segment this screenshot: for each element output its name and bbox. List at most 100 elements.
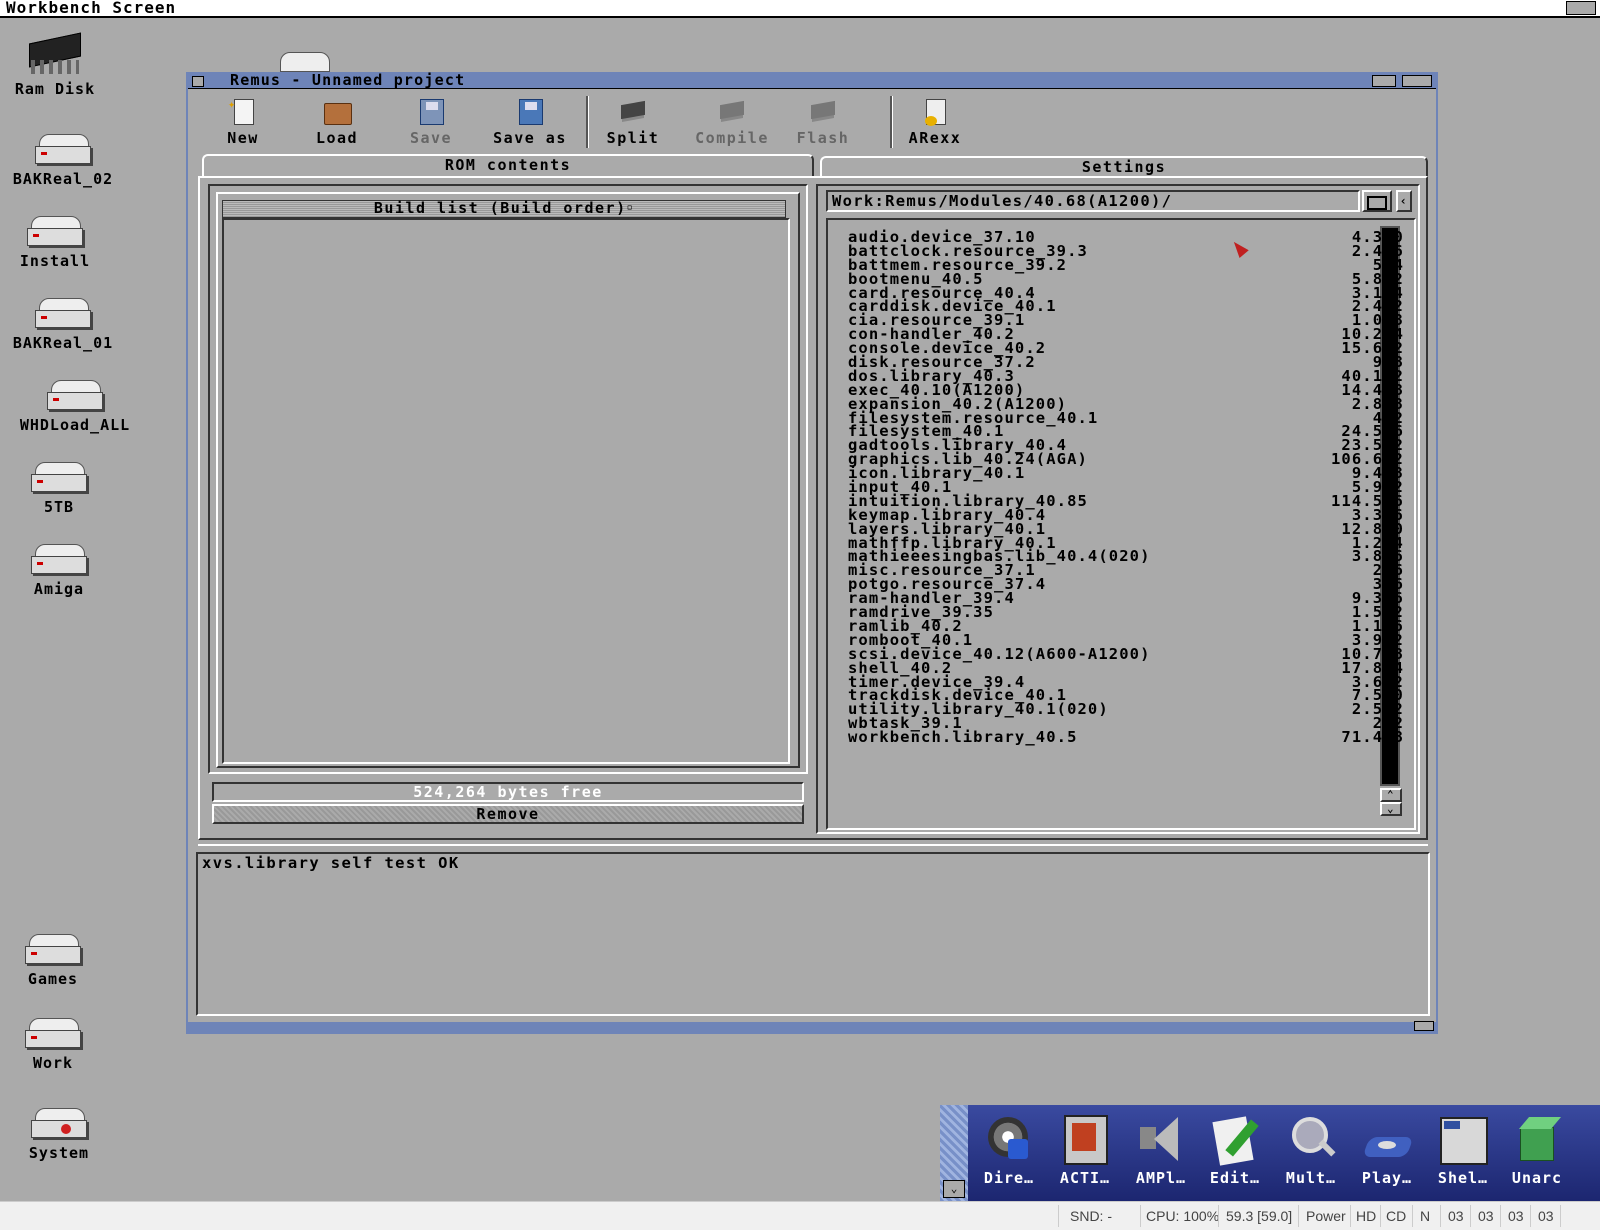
desktop-icon-system[interactable]: System [0, 1108, 124, 1162]
floppy-disk-icon [416, 97, 446, 127]
amidock[interactable]: ⌄ Dire… ACTI… AMPl… Edit… Mult… Play… Sh… [940, 1105, 1600, 1201]
shell-icon [1436, 1113, 1490, 1167]
save-button[interactable]: Save [388, 94, 474, 150]
scroll-up-button[interactable]: ⌃ [1380, 788, 1402, 802]
tab-rom-contents[interactable]: ROM contents [202, 154, 814, 176]
zoom-gadget[interactable] [1372, 75, 1396, 87]
rom-chip-icon [717, 97, 747, 127]
desktop-icon-ram-disk[interactable]: Ram Disk [0, 32, 120, 98]
flash-button[interactable]: Flash [780, 94, 866, 150]
screen-title: Workbench Screen [6, 0, 177, 17]
build-list-area[interactable] [222, 218, 790, 764]
save-as-button[interactable]: Save as [482, 94, 578, 150]
speaker-icon [1134, 1113, 1188, 1167]
size-gadget[interactable] [1414, 1021, 1434, 1031]
dock-item-activity[interactable]: ACTI… [1048, 1109, 1122, 1199]
dock-item-label: Edit… [1209, 1169, 1261, 1187]
chevron-left-icon: ‹ [1399, 194, 1409, 208]
icon-label: Amiga [33, 580, 85, 598]
desktop-icon-work[interactable]: Work [0, 1018, 118, 1072]
desktop-icon-install[interactable]: Install [0, 216, 120, 270]
desktop-icon-amiga[interactable]: Amiga [0, 544, 124, 598]
hard-drive-icon [25, 934, 81, 964]
build-list-header[interactable]: Build list (Build order)▫ [222, 200, 786, 218]
dock-item-unarc[interactable]: Unarc [1500, 1109, 1574, 1199]
floppy-disk-icon [515, 97, 545, 127]
build-list-header-label: Build list (Build order) [373, 199, 627, 217]
remove-button[interactable]: Remove [212, 804, 804, 824]
scroll-down-button[interactable]: ⌄ [1380, 802, 1402, 816]
split-label: Split [606, 129, 660, 147]
window-title-bar[interactable]: Remus - Unnamed project [188, 71, 1436, 89]
hard-drive-icon [35, 134, 91, 164]
desktop-icon-whdload-all[interactable]: WHDLoad_ALL [10, 380, 140, 434]
df3-track: 03 [1538, 1208, 1554, 1224]
desktop-icon-5tb[interactable]: 5TB [0, 462, 124, 516]
df1-track: 03 [1478, 1208, 1494, 1224]
sound-status: SND: - [1070, 1208, 1112, 1224]
new-document-icon: ✦ [228, 97, 258, 127]
module-list[interactable]: audio.device_37.10 4.360 battclock.resourc… [848, 229, 1404, 747]
arexx-button[interactable]: ARexx [892, 94, 978, 150]
compile-button[interactable]: Compile [684, 94, 780, 150]
ram-chip-icon [25, 32, 85, 76]
hard-drive-icon [31, 462, 87, 492]
hidden-drive-icon[interactable] [278, 50, 332, 72]
arrow-up-icon: ⌃ [1386, 788, 1396, 801]
desktop-icon-bakreal-01[interactable]: BAKReal_01 [0, 298, 128, 352]
drawer-icon [1367, 196, 1387, 210]
load-button[interactable]: Load [294, 94, 380, 150]
close-gadget[interactable] [192, 76, 204, 87]
desktop-icon-games[interactable]: Games [0, 934, 118, 988]
window-bottom-border [188, 1021, 1436, 1032]
df0-track: 03 [1448, 1208, 1464, 1224]
dock-item-label: Mult… [1285, 1169, 1337, 1187]
new-button[interactable]: ✦ New [200, 94, 286, 150]
save-label: Save [409, 129, 453, 147]
dock-item-label: Shel… [1437, 1169, 1489, 1187]
tab-rom-contents-label: ROM contents [444, 156, 572, 174]
chevron-down-icon[interactable]: ⌄ [943, 1180, 965, 1198]
player-icon [1360, 1113, 1414, 1167]
dock-item-label: ACTI… [1059, 1169, 1111, 1187]
path-drawer-button[interactable] [1362, 190, 1392, 212]
activity-icon [1058, 1113, 1112, 1167]
rom-chip-icon [618, 97, 648, 127]
module-size: 71.408 [1341, 728, 1404, 747]
archive-cube-icon [1510, 1113, 1564, 1167]
magnifier-icon [1284, 1113, 1338, 1167]
tab-settings-label: Settings [1081, 158, 1167, 176]
build-list[interactable]: Build list (Build order)▫ [216, 192, 800, 768]
cpu-status: CPU: 100% [1146, 1208, 1220, 1224]
split-button[interactable]: Split [590, 94, 676, 150]
toolbar-separator [586, 96, 589, 148]
log-message: xvs.library self test OK [202, 854, 460, 872]
remove-label: Remove [476, 805, 540, 823]
icon-label: Install [19, 252, 91, 270]
screen-depth-gadget[interactable] [1566, 1, 1596, 15]
screen-title-bar[interactable]: Workbench Screen [0, 0, 1600, 18]
depth-gadget[interactable] [1402, 75, 1432, 87]
dock-item-multiview[interactable]: Mult… [1274, 1109, 1348, 1199]
hd-led: HD [1356, 1208, 1377, 1224]
compile-label: Compile [695, 129, 769, 147]
emulator-status-bar: SND: - CPU: 100% 59.3 [59.0] Power HD CD… [0, 1201, 1600, 1230]
path-field[interactable]: Work:Remus/Modules/40.68(A1200)/ [826, 190, 1360, 212]
desktop-icon-bakreal-02[interactable]: BAKReal_02 [0, 134, 128, 188]
flash-label: Flash [796, 129, 850, 147]
dock-item-player[interactable]: Play… [1350, 1109, 1424, 1199]
load-label: Load [315, 129, 359, 147]
dock-item-amplifier[interactable]: AMPl… [1124, 1109, 1198, 1199]
dock-item-shell[interactable]: Shel… [1426, 1109, 1500, 1199]
log-area[interactable]: xvs.library self test OK [196, 852, 1430, 1016]
icon-label: BAKReal_02 [12, 170, 114, 188]
dock-handle[interactable]: ⌄ [940, 1105, 968, 1201]
dock-item-dopus[interactable]: Dire… [972, 1109, 1046, 1199]
module-row[interactable]: workbench.library_40.5 71.408 [848, 728, 1404, 747]
dock-item-label: Unarc [1511, 1169, 1563, 1187]
folder-icon [322, 97, 352, 127]
dock-item-editor[interactable]: Edit… [1198, 1109, 1272, 1199]
path-parent-button[interactable]: ‹ [1396, 190, 1412, 212]
tab-settings[interactable]: Settings [820, 156, 1428, 178]
save-as-label: Save as [493, 129, 567, 147]
